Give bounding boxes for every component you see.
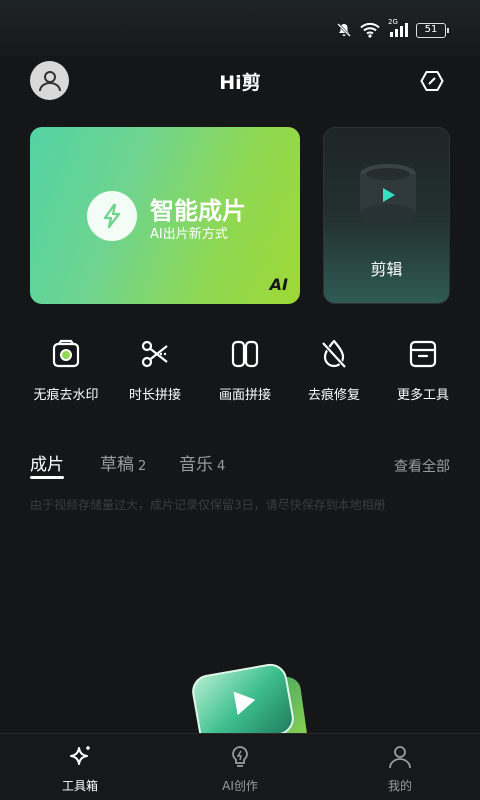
tool-label: 去痕修复	[307, 388, 360, 403]
bottom-navigation: 工具箱 AI创作 我的	[0, 733, 480, 800]
nav-profile[interactable]: 我的	[360, 744, 440, 794]
person-icon	[389, 746, 411, 769]
tool-more[interactable]: 更多工具	[375, 338, 471, 403]
scissors-icon	[141, 340, 168, 368]
status-bar: 2G 51	[0, 0, 480, 56]
tab-count: 4	[217, 459, 226, 474]
tab-drafts[interactable]: 草稿 2	[100, 450, 146, 475]
wifi-icon	[360, 22, 380, 38]
tool-frame-splice[interactable]: 画面拼接	[197, 338, 293, 403]
view-all-link[interactable]: 查看全部	[394, 456, 450, 476]
nav-label: 我的	[387, 779, 412, 793]
tool-label: 画面拼接	[218, 388, 271, 403]
nav-label: AI创作	[222, 779, 258, 793]
lightbulb-icon	[232, 746, 248, 767]
tool-repair[interactable]: 去痕修复	[286, 338, 382, 403]
tab-label: 草稿	[100, 455, 134, 475]
tool-watermark-remove[interactable]: 无痕去水印	[18, 338, 114, 403]
nav-toolbox[interactable]: 工具箱	[40, 744, 120, 794]
lightning-badge	[87, 191, 137, 241]
tool-label: 更多工具	[396, 388, 449, 403]
sparkle-icon	[70, 746, 90, 765]
edit-card-label: 剪辑	[370, 260, 403, 279]
settings-button[interactable]	[420, 70, 444, 92]
battery-icon: 51	[416, 22, 449, 38]
empty-state-illustration	[190, 660, 310, 753]
edit-card[interactable]: 剪辑	[323, 127, 450, 304]
tab-count: 2	[138, 459, 147, 474]
page-title: Hi剪	[219, 72, 261, 94]
tab-music[interactable]: 音乐 4	[179, 450, 225, 475]
smart-card-subtitle: AI出片新方式	[150, 227, 228, 242]
tool-label: 时长拼接	[128, 388, 181, 403]
watermark-remove-icon	[52, 339, 80, 368]
nav-label: 工具箱	[61, 779, 98, 793]
ai-badge: AI	[269, 275, 288, 294]
split-frame-icon	[231, 340, 259, 368]
nav-ai-create[interactable]: AI创作	[200, 744, 280, 794]
tab-label: 音乐	[179, 455, 213, 475]
active-tab-indicator	[30, 476, 64, 479]
retention-notice: 由于视频存储量过大，成片记录仅保留3日，请尽快保存到本地相册	[30, 498, 386, 512]
tab-label: 成片	[30, 455, 64, 475]
signal-icon: 2G	[388, 18, 408, 38]
drop-slash-icon	[321, 339, 347, 369]
film-play-icon	[360, 164, 416, 224]
smart-creation-card[interactable]: 智能成片 AI出片新方式 AI	[30, 127, 300, 304]
smart-card-title: 智能成片	[150, 197, 246, 225]
status-icons: 2G 51	[336, 18, 449, 40]
box-icon	[409, 340, 437, 368]
hexagon-settings-icon	[420, 71, 444, 91]
mute-icon	[337, 23, 351, 37]
tool-duration-splice[interactable]: 时长拼接	[107, 338, 203, 403]
tab-finished[interactable]: 成片	[30, 450, 64, 475]
lightning-icon	[103, 203, 121, 229]
tool-label: 无痕去水印	[33, 388, 99, 403]
battery-level: 51	[424, 23, 438, 35]
